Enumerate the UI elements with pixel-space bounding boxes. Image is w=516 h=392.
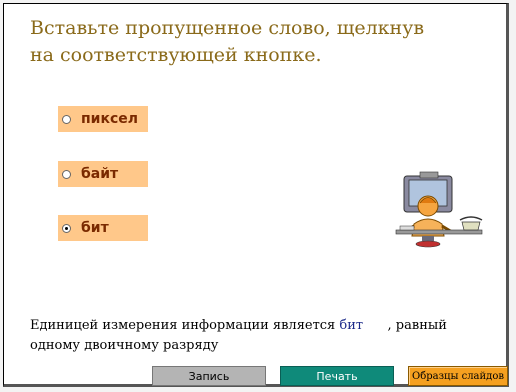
option-pixel[interactable]: пиксел — [58, 106, 148, 132]
option-label: бит — [81, 220, 109, 236]
person-at-computer-icon — [395, 171, 483, 248]
option-bit[interactable]: бит — [58, 215, 148, 241]
slide-samples-button[interactable]: Образцы слайдов — [408, 366, 508, 386]
inserted-answer: бит — [339, 318, 364, 333]
answer-sentence: Единицей измерения информации является б… — [30, 316, 490, 356]
sentence-before: Единицей измерения информации является — [30, 318, 340, 333]
print-button[interactable]: Печать — [280, 366, 394, 386]
option-label: байт — [81, 166, 119, 182]
radio-icon[interactable] — [62, 169, 71, 179]
instruction-title: Вставьте пропущенное слово, щелкнув на с… — [30, 17, 425, 66]
radio-selected-icon[interactable] — [62, 223, 71, 233]
record-button[interactable]: Запись — [152, 366, 266, 386]
option-byte[interactable]: байт — [58, 161, 148, 187]
option-label: пиксел — [81, 111, 139, 127]
radio-icon[interactable] — [62, 114, 71, 124]
